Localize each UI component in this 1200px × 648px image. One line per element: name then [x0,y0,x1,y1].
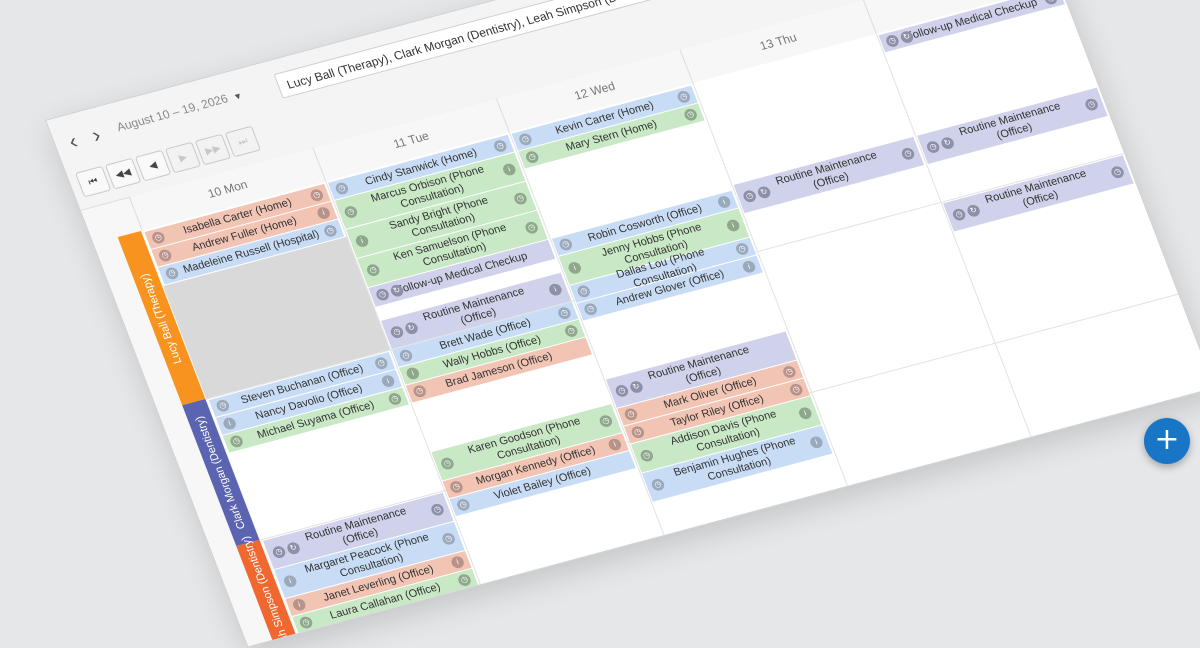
clock-icon: ◷ [614,383,630,399]
clock-icon: ◷ [781,364,798,380]
clock-icon: ◷ [455,497,472,513]
clock-icon: ◷ [492,138,509,154]
clock-icon: ◷ [512,191,529,206]
info-icon: i [501,162,518,177]
info-icon: i [725,218,742,233]
clock-icon: ◷ [682,107,699,122]
clock-icon: ◷ [411,384,428,399]
clock-icon: ◷ [675,89,692,105]
plus-icon: + [1154,422,1180,457]
clock-icon: ◷ [150,230,167,245]
clock-icon: ◷ [517,132,534,147]
clock-icon: ◷ [623,407,639,422]
info-icon: i [404,366,421,381]
clock-icon: ◷ [629,425,646,440]
clock-icon: ◷ [582,302,599,317]
next-fast-button[interactable]: ▶▶ [194,133,232,166]
info-icon: i [291,597,308,612]
prev-fast-button[interactable]: ◀◀ [104,157,142,190]
clock-icon: ◷ [557,237,574,252]
clock-icon: ◷ [1042,0,1059,6]
clock-icon: ◷ [523,220,540,235]
info-icon: i [547,282,564,297]
info-icon: i [282,574,299,589]
info-icon: i [380,373,397,389]
clock-icon: ◷ [575,284,592,299]
clock-icon: ◷ [157,248,174,263]
clock-icon: ◷ [164,266,180,281]
clock-icon: ◷ [308,188,325,203]
clock-icon: ◷ [214,398,231,413]
clock-icon: ◷ [741,189,758,204]
scheduler-window: ‹ › August 10 – 19, 2026 ▼ ⏮ ◀◀ ◀ ▶ ▶▶ ⏭ … [45,0,1200,648]
clock-icon: ◷ [365,262,382,278]
clock-icon: ◷ [597,413,614,429]
prev-button[interactable]: ◀ [134,149,172,182]
info-icon: i [221,416,238,431]
info-icon: i [354,233,371,249]
info-icon: i [566,260,583,276]
clock-icon: ◷ [298,615,315,630]
clock-icon: ◷ [440,531,457,546]
clock-icon: ◷ [1083,97,1100,112]
info-icon: i [741,259,757,274]
clock-icon: ◷ [439,456,456,471]
info-icon: i [808,435,825,450]
clock-icon: ◷ [734,241,751,257]
info-icon: i [716,194,733,210]
info-icon: i [449,555,466,570]
clock-icon: ◷ [925,139,942,155]
clock-icon: ◷ [650,477,666,492]
date-range-label: August 10 – 19, 2026 [114,91,230,135]
clock-icon: ◷ [342,204,359,220]
clock-icon: ◷ [900,146,917,161]
date-range-selector[interactable]: August 10 – 19, 2026 ▼ [114,88,245,135]
next-button[interactable]: ▶ [164,141,202,174]
chevron-left-icon[interactable]: ‹ [65,128,81,154]
info-icon: i [797,406,814,421]
clock-icon: ◷ [389,324,405,340]
clock-icon: ◷ [271,544,288,560]
caret-down-icon: ▼ [231,90,244,103]
chevron-right-icon[interactable]: › [88,122,104,148]
first-page-button[interactable]: ⏮ [74,165,112,198]
clock-icon: ◷ [373,356,390,371]
add-appointment-button[interactable]: + [1144,418,1190,464]
clock-icon: ◷ [333,181,350,196]
clock-icon: ◷ [884,33,901,49]
info-icon: i [315,205,332,221]
clock-icon: ◷ [1109,165,1126,180]
clock-icon: ◷ [788,382,805,397]
clock-icon: ◷ [448,479,465,495]
clock-icon: ◷ [429,502,446,517]
clock-icon: ◷ [322,223,339,239]
clock-icon: ◷ [374,287,391,302]
clock-icon: ◷ [638,448,655,463]
clock-icon: ◷ [951,207,968,222]
last-page-button[interactable]: ⏭ [224,125,262,158]
info-icon: i [606,437,623,452]
clock-icon: ◷ [524,149,541,165]
clock-icon: ◷ [228,434,245,449]
clock-icon: ◷ [386,391,403,407]
clock-icon: ◷ [556,305,573,321]
clock-icon: ◷ [456,572,473,588]
clock-icon: ◷ [563,323,580,339]
clock-icon: ◷ [398,348,414,363]
